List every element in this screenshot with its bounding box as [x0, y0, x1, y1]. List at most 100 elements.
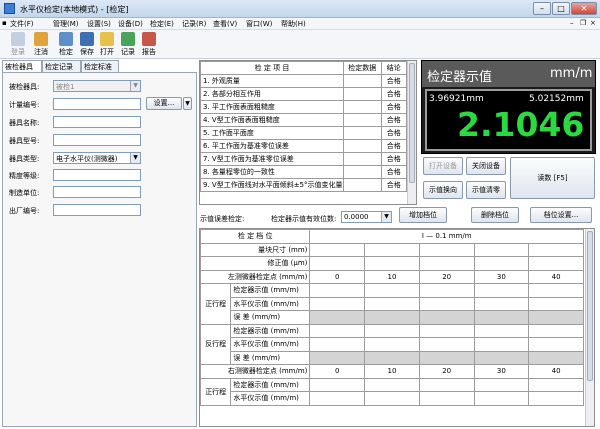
left-points-label: 左测微器检定点 (mm/m) [200, 269, 311, 284]
verify-button[interactable]: 检定 [56, 32, 76, 57]
maximize-button[interactable]: □ [552, 2, 570, 15]
right-reading: 5.02152mm [529, 94, 584, 104]
grid-row-left-points: 左测微器检定点 (mm/m) 0 10 20 30 40 [200, 269, 584, 284]
delete-level-button[interactable]: 删除档位 [471, 207, 519, 223]
table-row[interactable]: 6. 平工作面为基准零位误差 合格 [200, 139, 408, 153]
menu-manage[interactable]: 管理(M) [53, 19, 79, 29]
level-settings-button[interactable]: 档位设置... [530, 207, 592, 223]
grid-row-rev-error: 误 差 (mm/m) [201, 350, 584, 365]
check-table-scrollbar[interactable] [407, 61, 416, 204]
window-title: 水平仪检定(本地模式) - [检定] [20, 5, 129, 14]
error-check-label: 示值误差检定: [200, 215, 245, 223]
settings-button[interactable]: 设置... [146, 97, 182, 110]
meter-no-label: 计量编号: [9, 101, 40, 109]
value-toggle-button[interactable]: 示值换向 [423, 181, 463, 199]
settings-dropdown-button[interactable]: ▼ [183, 97, 192, 110]
open-folder-icon [100, 32, 114, 46]
display-unit: mm/m [550, 66, 593, 81]
scrollbar-thumb[interactable] [587, 231, 593, 381]
login-icon [11, 32, 25, 46]
grid-row-level: 检 定 档 位 I — 0.1 mm/m [200, 229, 584, 244]
type-select[interactable]: 电子水平仪(测微器) ▼ [53, 152, 141, 164]
open-device-button[interactable]: 打开设备 [423, 157, 463, 175]
menu-verify[interactable]: 检定(E) [150, 19, 174, 29]
tab-instrument[interactable]: 被检器具 [2, 60, 42, 72]
tab-standard[interactable]: 检定标准 [81, 60, 119, 72]
chevron-down-icon: ▼ [381, 212, 391, 222]
header-item: 检 定 项 目 [200, 61, 344, 75]
model-input[interactable] [53, 134, 141, 146]
login-button[interactable]: 登录 [8, 32, 28, 57]
chevron-down-icon: ▼ [130, 153, 140, 163]
digits-label: 检定器示值有效位数: [271, 215, 337, 223]
display-screen: 3.96921mm 5.02152mm 2.1046 [425, 89, 592, 151]
menu-file[interactable]: 文件(F) [10, 19, 34, 29]
menu-record[interactable]: 记录(R) [182, 19, 206, 29]
correction-label: 修正值 (μm) [200, 256, 311, 271]
close-button[interactable]: ✕ [571, 2, 597, 15]
accuracy-input[interactable] [53, 169, 141, 181]
type-label: 器具类型: [9, 155, 40, 163]
report-button[interactable]: 报告 [139, 32, 159, 57]
table-header: 检 定 项 目 检定数据 结论 [200, 61, 408, 75]
report-icon [142, 32, 156, 46]
menu-device[interactable]: 设备(D) [118, 19, 143, 29]
table-row[interactable]: 5. 工作面平面度 合格 [200, 126, 408, 140]
record-button[interactable]: 记录 [118, 32, 138, 57]
mdi-restore-icon[interactable]: ❐ [580, 19, 586, 27]
meter-no-input[interactable] [53, 98, 141, 110]
grid-row-rev-meter: 反行程 检定器示值 (mm/m) [200, 323, 584, 365]
scrollbar-thumb[interactable] [409, 63, 415, 183]
grid-row-fwd2-level: 水平仪示值 (mm/m) [201, 391, 584, 406]
save-icon [80, 32, 94, 46]
serial-input[interactable] [53, 204, 141, 216]
mdi-close-icon[interactable]: × [590, 19, 596, 27]
menu-help[interactable]: 帮助(H) [281, 19, 306, 29]
maker-input[interactable] [53, 186, 141, 198]
instrument-select[interactable]: 被检1 ▼ [53, 80, 141, 92]
check-items-table: 检 定 项 目 检定数据 结论 1. 外观质量 合格 2. 各部分相互作用 合格 3… [199, 60, 417, 205]
menu-settings[interactable]: 设置(S) [87, 19, 111, 29]
name-input[interactable] [53, 116, 141, 128]
save-button[interactable]: 保存 [77, 32, 97, 57]
name-label: 器具名称: [9, 119, 40, 127]
grid-row-fwd2-meter: 正行程 检定器示值 (mm/m) [200, 377, 584, 406]
table-row[interactable]: 7. V型工作面为基准零位误差 合格 [200, 152, 408, 166]
level-value: I — 0.1 mm/m [309, 229, 584, 244]
close-device-button[interactable]: 关闭设备 [466, 157, 506, 175]
grid-row-fwd-meter: 正行程 检定器示值 (mm/m) [200, 283, 584, 325]
table-row[interactable]: 8. 各量程零位的一致性 合格 [200, 165, 408, 179]
grid-scrollbar[interactable] [585, 229, 594, 426]
menu-view[interactable]: 查看(V) [213, 19, 237, 29]
add-level-button[interactable]: 增加档位 [399, 207, 447, 223]
tab-records[interactable]: 检定记录 [42, 60, 81, 72]
doc-icon: ▪ [2, 19, 7, 27]
maker-label: 制造单位: [9, 189, 40, 197]
grid-row-rev-level: 水平仪示值 (mm/m) [201, 337, 584, 352]
digits-select[interactable]: 0.0000 ▼ [341, 211, 392, 223]
logout-button[interactable]: 注消 [31, 32, 51, 57]
forward-label-2: 正行程 [200, 377, 232, 406]
open-button[interactable]: 打开 [97, 32, 117, 57]
value-zero-button[interactable]: 示值清零 [466, 181, 506, 199]
header-result: 结论 [380, 61, 408, 75]
right-points-label: 右测微器检定点 (mm/m) [200, 364, 311, 379]
table-row[interactable]: 9. V型工作面线对水平面倾斜±5°示值变化量 合格 [200, 178, 408, 192]
model-label: 器具型号: [9, 137, 40, 145]
menu-window[interactable]: 窗口(W) [246, 19, 272, 29]
record-icon [121, 32, 135, 46]
read-button[interactable]: 读数 [F5] [510, 157, 595, 199]
logout-icon [34, 32, 48, 46]
block-label: 量块尺寸 (mm) [200, 242, 311, 257]
table-row[interactable]: 1. 外观质量 合格 [200, 74, 408, 88]
mdi-min-icon[interactable]: – [570, 19, 574, 27]
minimize-button[interactable]: – [533, 2, 551, 15]
app-icon [4, 3, 15, 14]
instrument-label: 被检器具: [9, 83, 40, 91]
table-row[interactable]: 4. V型工作面表面粗糙度 合格 [200, 113, 408, 127]
table-row[interactable]: 3. 平工作面表面粗糙度 合格 [200, 100, 408, 114]
table-row[interactable]: 2. 各部分相互作用 合格 [200, 87, 408, 101]
left-tabs: 被检器具 检定记录 检定标准 [2, 60, 197, 72]
toolbar: 登录 注消 检定 保存 打开 记录 报告 [0, 30, 600, 59]
header-data: 检定数据 [343, 61, 382, 75]
